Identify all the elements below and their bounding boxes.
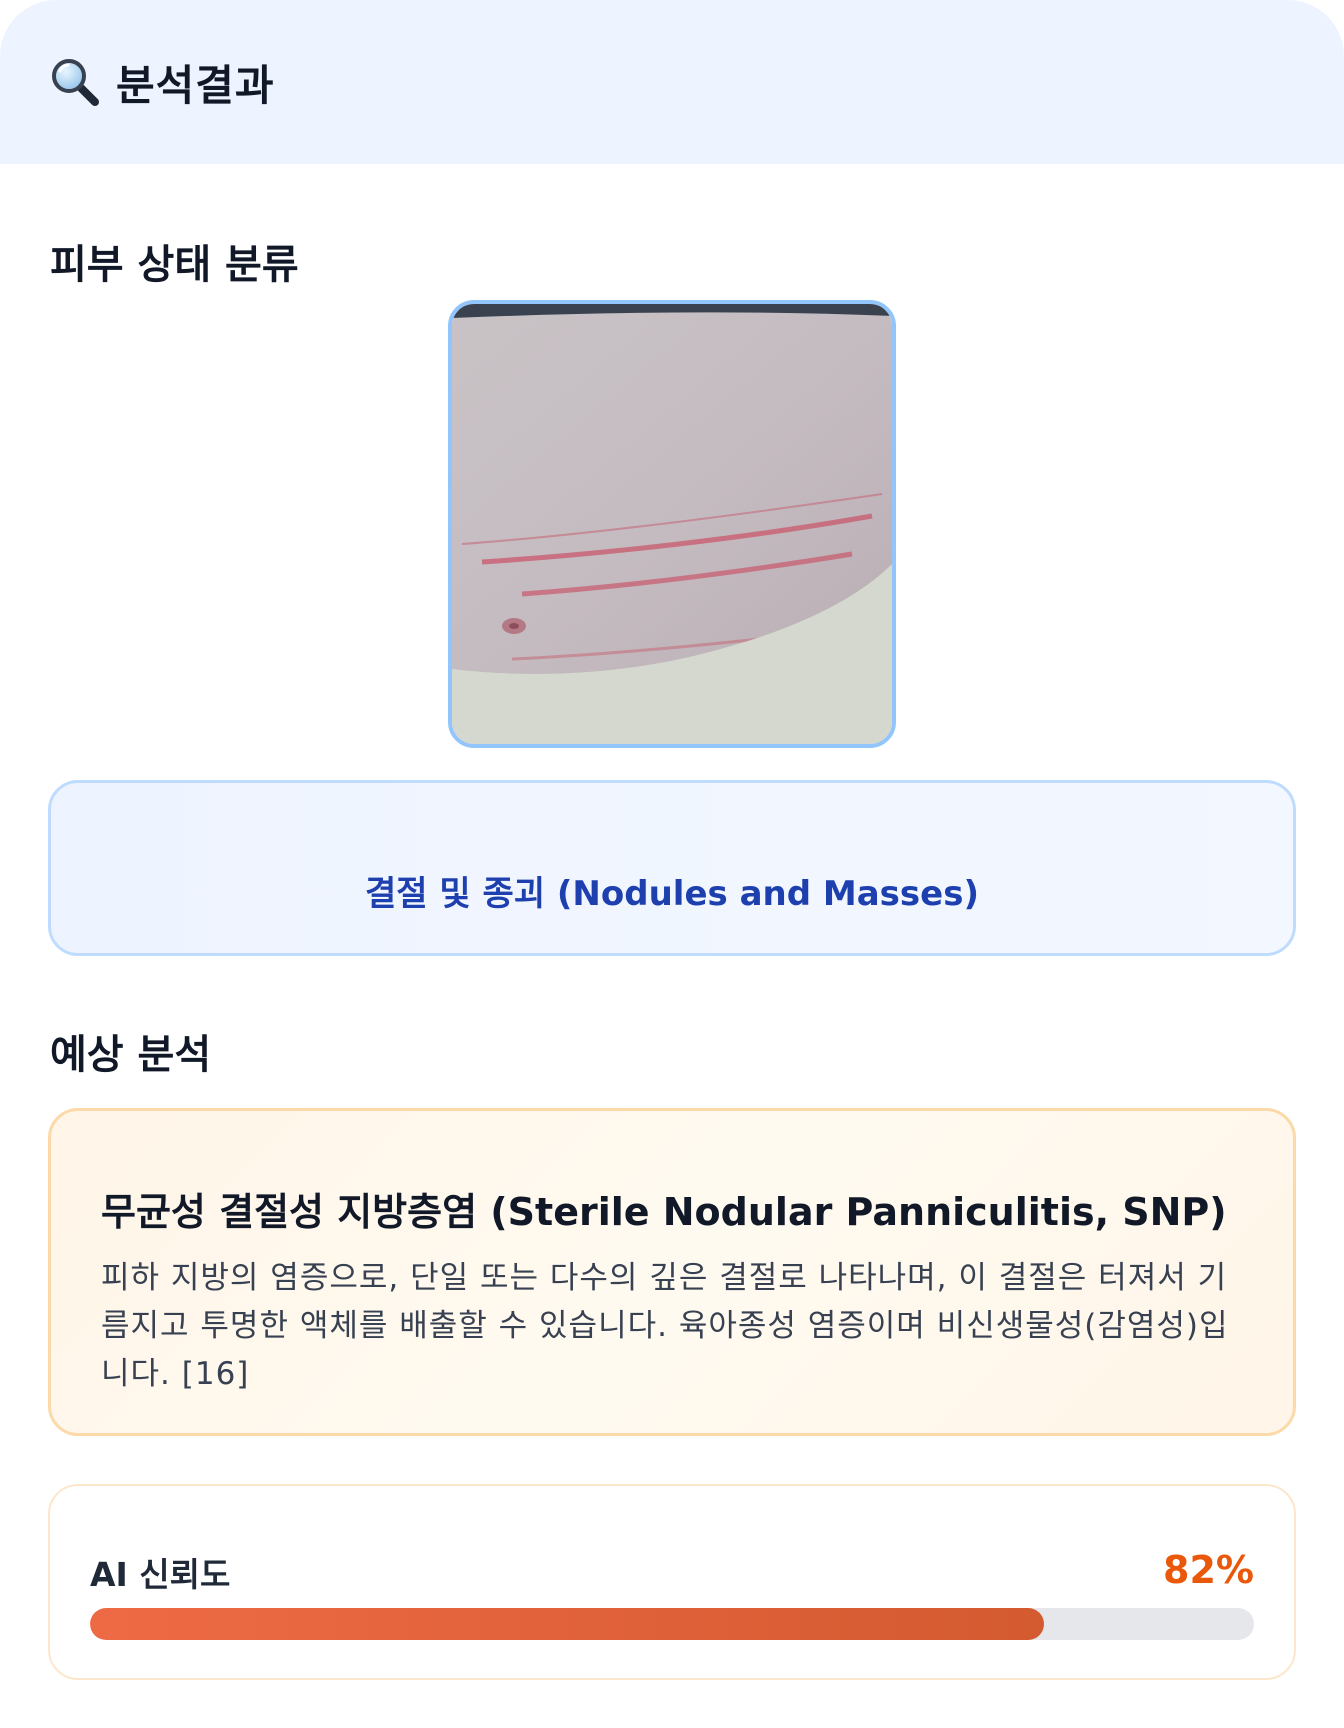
magnifier-icon (50, 57, 100, 107)
prediction-box: 무균성 결절성 지방층염 (Sterile Nodular Panniculit… (48, 1108, 1296, 1436)
page-title: 분석결과 (116, 60, 275, 110)
confidence-box: AI 신뢰도 82% (48, 1484, 1296, 1680)
confidence-value: 82% (1163, 1548, 1254, 1592)
result-header: 분석결과 (0, 0, 1344, 164)
prediction-description: 피하 지방의 염증으로, 단일 또는 다수의 깊은 결절로 나타나며, 이 결절… (101, 1260, 1229, 1392)
prediction-section-title: 예상 분석 (50, 1032, 212, 1078)
confidence-bar-track (90, 1608, 1254, 1640)
skin-photo (448, 300, 896, 748)
analysis-result-card: 분석결과 피부 상태 분류 결절 및 종괴 (Nodules and Masse… (0, 0, 1344, 1728)
classification-label: 결절 및 종괴 (Nodules and Masses) (364, 874, 979, 914)
prediction-name: 무균성 결절성 지방층염 (Sterile Nodular Panniculit… (101, 1190, 1227, 1234)
confidence-bar-fill (90, 1608, 1045, 1640)
classification-section-title: 피부 상태 분류 (50, 242, 299, 288)
confidence-label: AI 신뢰도 (90, 1555, 231, 1594)
classification-result-box: 결절 및 종괴 (Nodules and Masses) (48, 780, 1296, 956)
